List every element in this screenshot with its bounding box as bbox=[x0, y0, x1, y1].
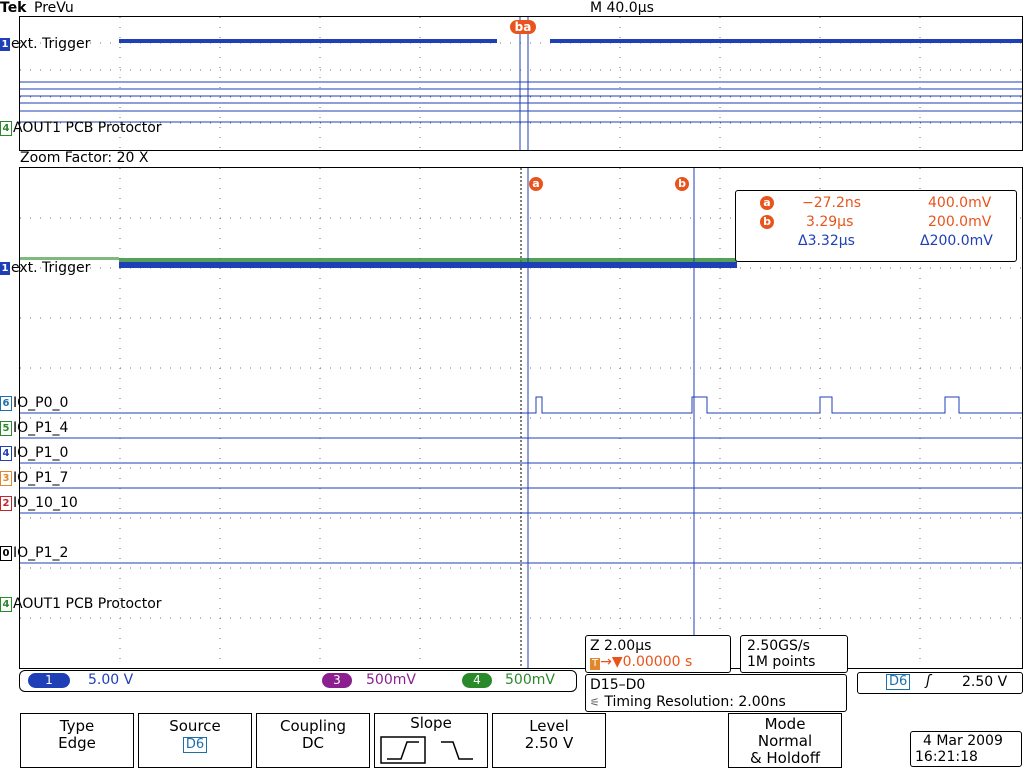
digital-range: D15–D0 bbox=[590, 677, 646, 693]
cursor-b-icon: b bbox=[675, 177, 689, 191]
record-length: 1M points bbox=[747, 654, 816, 670]
falling-slope-icon[interactable] bbox=[441, 741, 473, 760]
ch3-badge[interactable]: 3 bbox=[322, 673, 352, 688]
cursor-b-marker[interactable]: b bbox=[675, 172, 689, 191]
cursor-a-time: −27.2ns bbox=[802, 195, 862, 211]
cursor-a-marker[interactable]: a bbox=[529, 172, 543, 191]
d3-name: IO_P1_7 bbox=[13, 470, 69, 486]
brand-logo: Tek bbox=[0, 0, 27, 16]
rising-slope-shape bbox=[387, 741, 419, 760]
overview-ch1-label[interactable]: 1 ext. Trigger bbox=[0, 36, 90, 52]
source-value: D6 bbox=[182, 737, 208, 753]
cursor-b-volt: 200.0mV bbox=[928, 214, 992, 230]
channel-status-bar: 1 5.00 V 3 500mV 4 500mV bbox=[19, 670, 577, 692]
main-ch4-name: AOUT1 PCB Protoctor bbox=[13, 596, 162, 612]
timebase-readout: M 40.0µs bbox=[590, 0, 654, 16]
trigger-position-icon: T bbox=[590, 658, 601, 670]
ch4-marker-icon: 4 bbox=[0, 596, 12, 612]
slope-title: Slope bbox=[410, 714, 452, 732]
d4-marker-icon: 4 bbox=[0, 445, 12, 461]
acquisition-readout[interactable]: 2.50GS/s 1M points bbox=[740, 635, 848, 673]
d0-name: IO_P1_2 bbox=[13, 545, 69, 561]
slope-button[interactable]: Slope bbox=[374, 713, 488, 768]
mode-button[interactable]: Mode Normal & Holdoff bbox=[728, 713, 842, 768]
cursor-a-icon: a bbox=[529, 177, 543, 191]
mode-label: PreVu bbox=[34, 0, 74, 16]
d5-marker-icon: 5 bbox=[0, 420, 12, 436]
digital-readout[interactable]: D15–D0 ⚟ Timing Resolution: 2.00ns bbox=[585, 674, 847, 712]
trigger-source-badge: D6 bbox=[886, 674, 911, 690]
coupling-value: DC bbox=[301, 734, 325, 752]
trigger-readout[interactable]: D6 ʃ 2.50 V bbox=[857, 672, 1023, 694]
zoom-scale: Z 2.00µs bbox=[590, 638, 652, 654]
cursor-readout: a −27.2ns 400.0mV b 3.29µs 200.0mV Δ3.32… bbox=[735, 190, 1017, 262]
zoom-factor-label: Zoom Factor: 20 X bbox=[20, 150, 149, 166]
d6-label[interactable]: 6 IO_P0_0 bbox=[0, 395, 68, 411]
d3-marker-icon: 3 bbox=[0, 470, 12, 486]
d5-name: IO_P1_4 bbox=[13, 420, 69, 436]
cursor-a-readout-icon: a bbox=[760, 196, 774, 210]
mode-line3: & Holdoff bbox=[749, 749, 821, 767]
ch1-marker-icon: 1 bbox=[0, 261, 10, 275]
overview-graticule bbox=[19, 16, 1023, 151]
timing-icon: ⚟ bbox=[590, 696, 600, 709]
overview-ch1-name: ext. Trigger bbox=[11, 36, 91, 52]
coupling-title: Coupling bbox=[279, 717, 347, 735]
zoom-position: T →▼0.00000 s bbox=[590, 654, 693, 670]
timing-resolution: ⚟ Timing Resolution: 2.00ns bbox=[590, 694, 786, 710]
ch4-scale: 500mV bbox=[505, 672, 555, 688]
type-title: Type bbox=[59, 717, 95, 735]
overview-ch4-name: AOUT1 PCB Protoctor bbox=[13, 120, 162, 136]
date: 4 Mar 2009 bbox=[923, 733, 1003, 749]
trigger-level: 2.50 V bbox=[962, 674, 1008, 690]
d6-name: IO_P0_0 bbox=[13, 395, 69, 411]
level-value: 2.50 V bbox=[524, 734, 574, 752]
main-ch4-label[interactable]: 4 AOUT1 PCB Protoctor bbox=[0, 596, 162, 612]
level-title: Level bbox=[529, 717, 569, 735]
overview-ch4-label[interactable]: 4 AOUT1 PCB Protoctor bbox=[0, 120, 162, 136]
main-ch1-name: ext. Trigger bbox=[11, 260, 91, 276]
slope-options bbox=[380, 736, 473, 764]
ch4-marker-icon: 4 bbox=[0, 120, 12, 136]
ch3-scale: 500mV bbox=[366, 672, 416, 688]
d0-marker-icon: 0 bbox=[0, 545, 12, 561]
mode-line2: Normal bbox=[757, 732, 813, 750]
d6-marker-icon: 6 bbox=[0, 395, 12, 411]
mode-title: Mode bbox=[764, 715, 806, 733]
cursor-ba-icon: ba bbox=[510, 20, 536, 34]
d4-label[interactable]: 4 IO_P1_0 bbox=[0, 445, 68, 461]
d5-label[interactable]: 5 IO_P1_4 bbox=[0, 420, 68, 436]
ch1-badge[interactable]: 1 bbox=[28, 673, 70, 688]
d2-marker-icon: 2 bbox=[0, 495, 12, 511]
d0-label[interactable]: 0 IO_P1_2 bbox=[0, 545, 68, 561]
main-ch1-label[interactable]: 1 ext. Trigger bbox=[0, 260, 90, 276]
cursor-b-time: 3.29µs bbox=[806, 214, 854, 230]
d2-label[interactable]: 2 IO_10_10 bbox=[0, 495, 78, 511]
timing-resolution-text: Timing Resolution: 2.00ns bbox=[604, 694, 786, 710]
cursor-a-volt: 400.0mV bbox=[928, 195, 992, 211]
overview-waveforms bbox=[20, 17, 1022, 150]
source-title: Source bbox=[169, 717, 221, 735]
cursor-b-readout-icon: b bbox=[760, 215, 774, 229]
rising-edge-icon: ʃ bbox=[926, 673, 931, 689]
datetime-panel: 4 Mar 2009 16:21:18 bbox=[910, 731, 1022, 767]
d2-name: IO_10_10 bbox=[13, 495, 78, 511]
zoom-position-value: 0.00000 s bbox=[622, 654, 693, 670]
d4-name: IO_P1_0 bbox=[13, 445, 69, 461]
ch1-scale: 5.00 V bbox=[88, 672, 134, 688]
coupling-button[interactable]: Coupling DC bbox=[256, 713, 370, 768]
ch4-badge[interactable]: 4 bbox=[462, 673, 492, 688]
time: 16:21:18 bbox=[915, 749, 978, 765]
type-button[interactable]: Type Edge bbox=[20, 713, 134, 768]
d3-label[interactable]: 3 IO_P1_7 bbox=[0, 470, 68, 486]
cursor-delta-time: Δ3.32µs bbox=[798, 233, 855, 249]
sample-rate: 2.50GS/s bbox=[747, 638, 810, 654]
overview-cursor-marker[interactable]: ba bbox=[510, 16, 536, 35]
type-value: Edge bbox=[58, 734, 96, 752]
level-button[interactable]: Level 2.50 V bbox=[492, 713, 606, 768]
cursor-delta-volt: Δ200.0mV bbox=[920, 233, 993, 249]
zoom-readout[interactable]: Z 2.00µs T →▼0.00000 s bbox=[585, 635, 731, 673]
ch1-marker-icon: 1 bbox=[0, 37, 10, 51]
source-button[interactable]: Source D6 bbox=[138, 713, 252, 768]
